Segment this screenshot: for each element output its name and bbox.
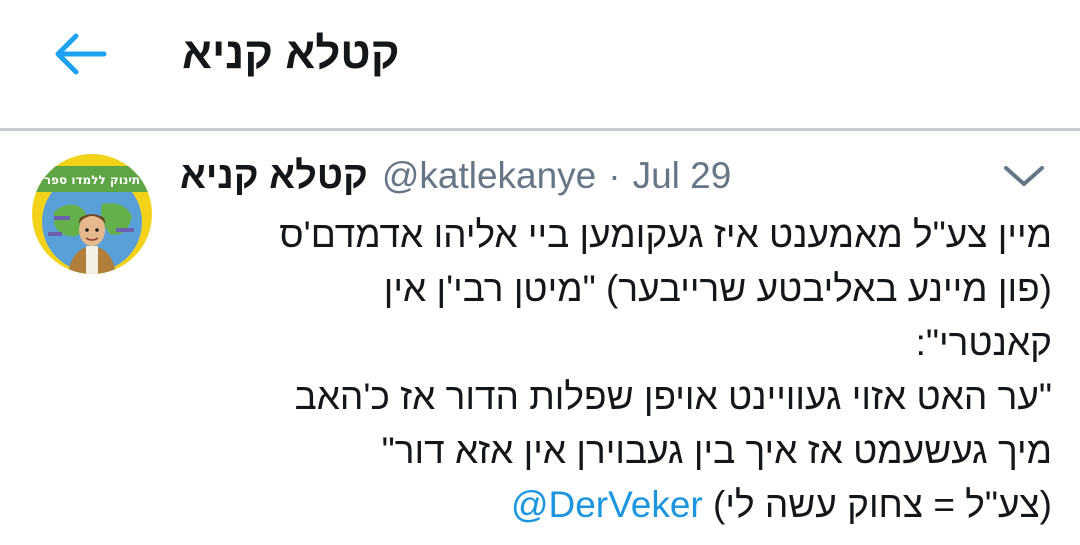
tweet-header: קטלא קניא @katlekanye · Jul 29 — [180, 150, 731, 202]
avatar-banner-text: תינוק ללמדו ספר — [44, 173, 140, 187]
chevron-down-icon — [1004, 166, 1044, 186]
arrow-left-icon — [55, 33, 107, 75]
tweet-line: מיך געשעמט אז איך בין געבוירן אין אזא דו… — [381, 430, 1052, 471]
tweet-line: "ער האט אזוי געוויינט אויפן שפלות הדור א… — [294, 376, 1052, 417]
tweet-last-line: (צע"ל = צחוק עשה לי) @DerVeker — [172, 478, 1052, 532]
header-divider — [0, 128, 1080, 131]
tweet-line: (פון מיינע באליבטע שרייבער) "מיטן רבי'ן … — [383, 268, 1052, 309]
page-title: קטלא קניא — [182, 29, 400, 78]
author-name[interactable]: קטלא קניא — [180, 155, 368, 198]
tweet-line: מיין צע"ל מאמענט איז געקומען ביי אליהו א… — [279, 214, 1052, 255]
tweet-date[interactable]: Jul 29 — [633, 155, 732, 197]
top-app-bar: קטלא קניא — [0, 0, 1080, 128]
author-handle[interactable]: @katlekanye — [382, 155, 596, 197]
avatar[interactable]: תינוק ללמדו ספר — [32, 154, 152, 274]
mention-link[interactable]: @DerVeker — [511, 484, 703, 525]
tweet-line: קאנטרי": — [915, 322, 1052, 363]
back-button[interactable] — [40, 22, 120, 86]
tweet-menu-button[interactable] — [996, 154, 1052, 198]
tweet-text: מיין צע"ל מאמענט איז געקומען ביי אליהו א… — [172, 208, 1052, 532]
tweet-line-text: (צע"ל = צחוק עשה לי) — [713, 484, 1052, 525]
header-separator: · — [608, 155, 621, 196]
